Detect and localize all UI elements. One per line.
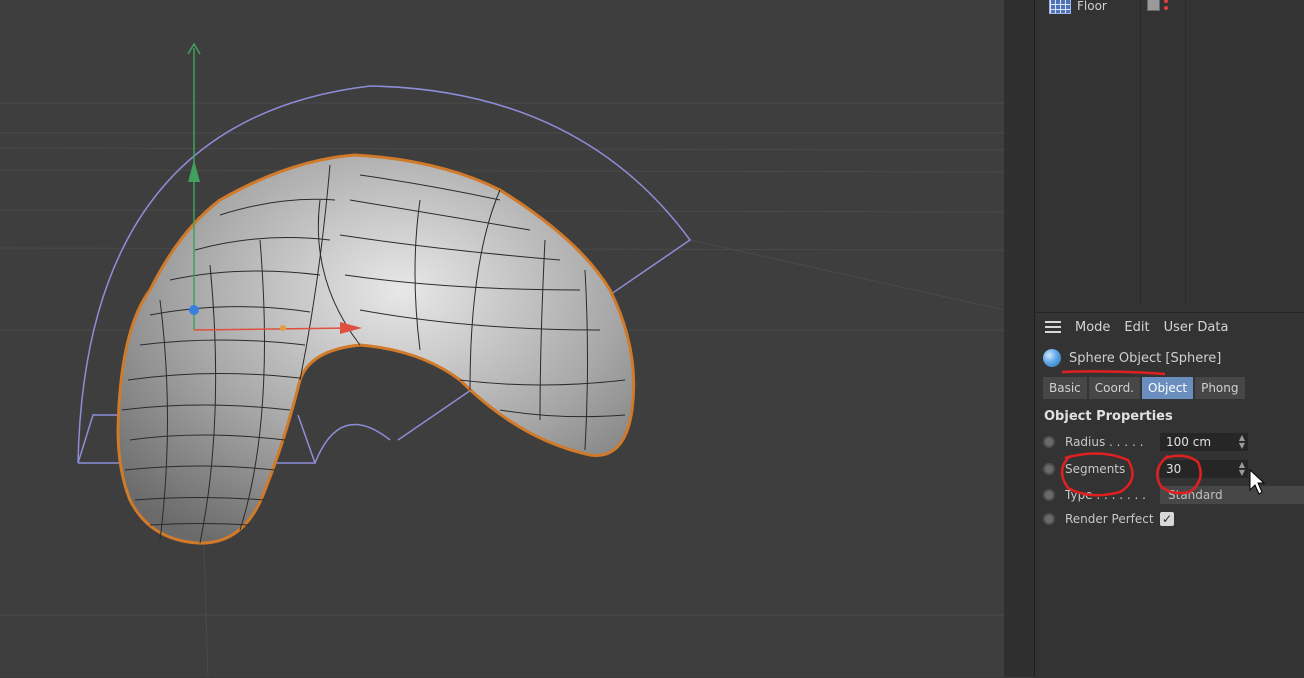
section-title: Object Properties (1044, 409, 1173, 424)
segments-input[interactable]: 30 ▲ ▼ (1160, 460, 1248, 478)
attribute-manager: Mode Edit User Data Sphere Object [Spher… (1035, 312, 1304, 678)
type-label: Type . . . . . . . (1065, 488, 1146, 502)
stepper-icon[interactable]: ▲ ▼ (1239, 434, 1245, 450)
tab-basic[interactable]: Basic (1043, 377, 1087, 399)
property-type: Type . . . . . . . Standard (1043, 484, 1304, 506)
visibility-dots-icon[interactable] (1164, 0, 1168, 10)
object-manager: Floor (1035, 0, 1304, 312)
stepper-icon[interactable]: ▲ ▼ (1239, 461, 1245, 477)
object-header: Sphere Object [Sphere] (1043, 349, 1221, 367)
segments-value: 30 (1166, 462, 1182, 476)
om-column-divider (1140, 0, 1141, 305)
om-column-divider (1185, 0, 1186, 305)
property-segments: Segments 30 ▲ ▼ (1043, 458, 1248, 480)
viewport-scene (0, 42, 1004, 677)
object-row-floor[interactable]: Floor (1049, 0, 1107, 16)
object-title: Sphere Object [Sphere] (1069, 350, 1222, 366)
property-render-perfect: Render Perfect ✓ (1043, 508, 1174, 530)
floor-tags[interactable] (1147, 0, 1168, 11)
panel-splitter[interactable] (1004, 0, 1035, 677)
tab-phong[interactable]: Phong (1195, 377, 1245, 399)
attribute-tabs: Basic Coord. Object Phong (1043, 377, 1245, 399)
type-select[interactable]: Standard (1160, 486, 1304, 504)
tab-coord[interactable]: Coord. (1088, 377, 1140, 399)
animation-dot-icon[interactable] (1043, 489, 1055, 501)
menu-mode[interactable]: Mode (1075, 320, 1110, 335)
render-perfect-label: Render Perfect (1065, 512, 1154, 526)
floor-icon (1049, 0, 1071, 14)
viewport-3d[interactable] (0, 0, 1004, 677)
radius-input[interactable]: 100 cm ▲ ▼ (1160, 433, 1248, 451)
animation-dot-icon[interactable] (1043, 513, 1055, 525)
animation-dot-icon[interactable] (1043, 436, 1055, 448)
sphere-icon (1043, 349, 1061, 367)
menu-edit[interactable]: Edit (1124, 320, 1149, 335)
object-name: Floor (1077, 0, 1107, 13)
menu-icon[interactable] (1045, 321, 1061, 333)
edit-tag-icon[interactable] (1147, 0, 1160, 11)
radius-value: 100 cm (1166, 435, 1212, 449)
attribute-menubar: Mode Edit User Data (1035, 313, 1304, 341)
property-radius: Radius . . . . . 100 cm ▲ ▼ (1043, 431, 1248, 453)
menu-user-data[interactable]: User Data (1164, 320, 1229, 335)
segments-label: Segments (1065, 462, 1126, 476)
bent-sphere-mesh[interactable] (116, 153, 636, 545)
animation-dot-icon[interactable] (1043, 463, 1055, 475)
tab-object[interactable]: Object (1142, 377, 1194, 399)
render-perfect-checkbox[interactable]: ✓ (1160, 512, 1174, 526)
radius-label: Radius . . . . . (1065, 435, 1144, 449)
